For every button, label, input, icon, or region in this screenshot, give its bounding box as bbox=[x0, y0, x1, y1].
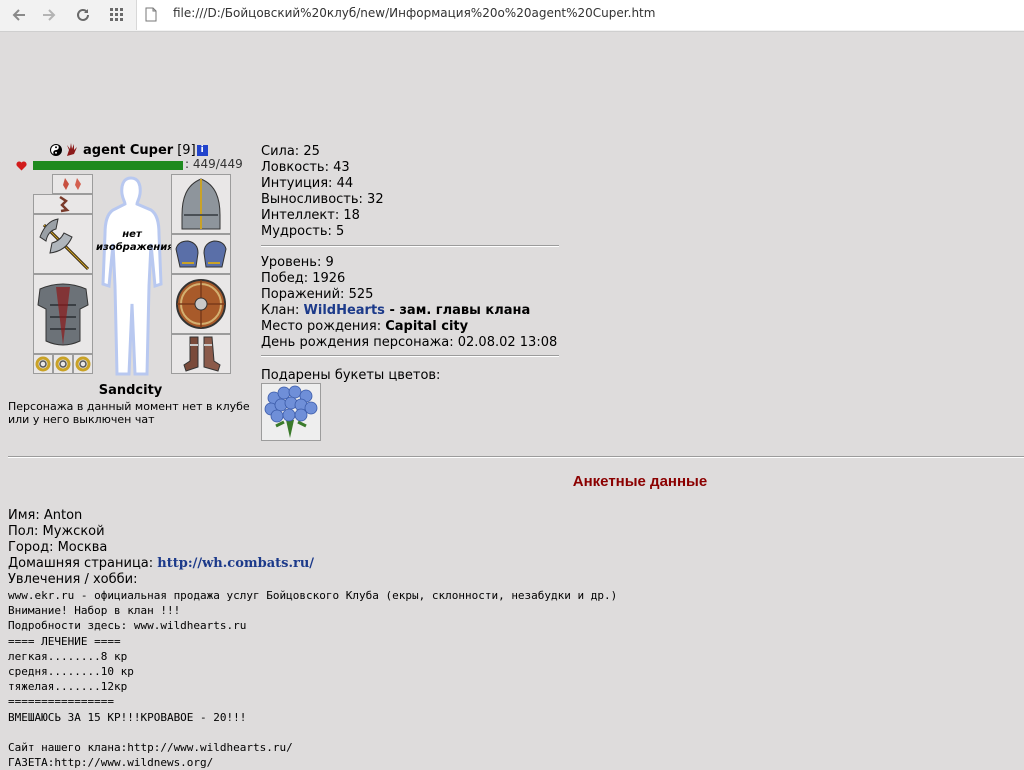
info-wins: Побед: 1926 bbox=[261, 271, 346, 286]
arrow-left-icon bbox=[12, 9, 25, 21]
reload-icon bbox=[77, 8, 89, 21]
address-url[interactable]: file:///D:/Бойцовский%20клуб/new/Информа… bbox=[173, 6, 655, 20]
clan-link[interactable]: WildHearts bbox=[304, 303, 385, 318]
profile-homepage: Домашняя страница: http://wh.combats.ru/ bbox=[8, 556, 315, 571]
helmet-icon bbox=[181, 178, 221, 230]
back-button[interactable] bbox=[8, 4, 30, 26]
character-name[interactable]: agent Cuper bbox=[83, 143, 173, 158]
slot-helmet[interactable] bbox=[171, 174, 231, 234]
section-divider bbox=[8, 456, 1024, 458]
profile-hobby-label: Увлечения / хобби: bbox=[8, 572, 138, 587]
flowers-title: Подарены букеты цветов: bbox=[261, 368, 441, 383]
info-icon[interactable]: i bbox=[196, 144, 208, 156]
slot-boots[interactable] bbox=[171, 334, 231, 374]
armor-icon bbox=[37, 283, 89, 346]
slot-armor[interactable] bbox=[33, 274, 93, 354]
slot-shield[interactable] bbox=[171, 274, 231, 334]
reload-button[interactable] bbox=[72, 4, 94, 26]
info-clan: Клан: WildHearts - зам. главы клана bbox=[261, 303, 531, 318]
profile-name: Имя: Anton bbox=[8, 508, 83, 523]
info-divider bbox=[261, 355, 559, 357]
ring-icon bbox=[55, 356, 71, 372]
stats-list: Сила: 25 Ловкость: 43 Интуиция: 44 Вынос… bbox=[261, 144, 384, 240]
slot-earrings[interactable] bbox=[52, 174, 93, 194]
slot-weapon[interactable] bbox=[33, 214, 93, 274]
boots-icon bbox=[183, 336, 221, 372]
hobby-text: www.ekr.ru - официальная продажа услуг Б… bbox=[8, 589, 618, 770]
profile-title: Анкетные данные bbox=[572, 473, 708, 490]
location-name: Sandcity bbox=[98, 383, 163, 398]
slot-ring-3[interactable] bbox=[73, 354, 93, 374]
profile-data: Имя: Anton Пол: Мужской Город: Москва До… bbox=[8, 508, 314, 588]
info-level: Уровень: 9 bbox=[261, 255, 334, 270]
character-silhouette bbox=[101, 176, 163, 376]
heart-icon bbox=[16, 161, 27, 171]
stat-intellect: Интеллект: 18 bbox=[261, 208, 360, 223]
battle-axe-icon bbox=[39, 218, 90, 271]
stat-endurance: Выносливость: 32 bbox=[261, 192, 384, 207]
info-birthday: День рождения персонажа: 02.08.02 13:08 bbox=[261, 335, 558, 350]
gloves-icon bbox=[175, 240, 227, 268]
no-image-label: нет изображения bbox=[96, 229, 174, 253]
stat-strength: Сила: 25 bbox=[261, 144, 320, 159]
stat-intuition: Интуиция: 44 bbox=[261, 176, 354, 191]
browser-toolbar: file:///D:/Бойцовский%20клуб/new/Информа… bbox=[0, 0, 1024, 32]
slot-ring-1[interactable] bbox=[33, 354, 53, 374]
character-name-row: agent Cuper [9] i bbox=[50, 142, 208, 158]
hp-bar bbox=[33, 161, 183, 170]
forward-button[interactable] bbox=[38, 4, 60, 26]
flower-bouquet[interactable] bbox=[261, 383, 321, 441]
flower-bouquet-icon bbox=[264, 385, 318, 438]
yin-yang-icon bbox=[50, 144, 62, 156]
apps-grid-icon bbox=[110, 8, 123, 21]
apps-button[interactable] bbox=[106, 4, 128, 26]
stat-wisdom: Мудрость: 5 bbox=[261, 224, 345, 239]
stats-divider bbox=[261, 245, 559, 247]
arrow-right-icon bbox=[43, 9, 56, 21]
claw-hand-icon bbox=[67, 143, 77, 156]
info-losses: Поражений: 525 bbox=[261, 287, 374, 302]
character-level: [9] bbox=[177, 142, 196, 158]
round-shield-icon bbox=[176, 279, 226, 329]
slot-gloves[interactable] bbox=[171, 234, 231, 274]
amulet-icon bbox=[59, 195, 70, 213]
slot-ring-2[interactable] bbox=[53, 354, 73, 374]
stat-agility: Ловкость: 43 bbox=[261, 160, 350, 175]
ring-icon bbox=[35, 356, 51, 372]
slot-amulet[interactable] bbox=[33, 194, 93, 214]
address-bar[interactable]: file:///D:/Бойцовский%20клуб/new/Информа… bbox=[136, 0, 1024, 30]
ring-icon bbox=[75, 356, 91, 372]
hp-value: : 449/449 bbox=[185, 157, 243, 171]
homepage-link[interactable]: http://wh.combats.ru/ bbox=[157, 556, 314, 571]
profile-city: Город: Москва bbox=[8, 540, 108, 555]
character-info: Уровень: 9 Побед: 1926 Поражений: 525 Кл… bbox=[261, 255, 557, 351]
earrings-icon bbox=[63, 178, 81, 190]
info-birthplace: Место рождения: Capital city bbox=[261, 319, 469, 334]
page-icon bbox=[145, 7, 157, 22]
offline-status-message: Персонажа в данный момент нет в клубе ил… bbox=[8, 400, 250, 426]
clan-role: - зам. главы клана bbox=[384, 303, 531, 318]
profile-gender: Пол: Мужской bbox=[8, 524, 105, 539]
